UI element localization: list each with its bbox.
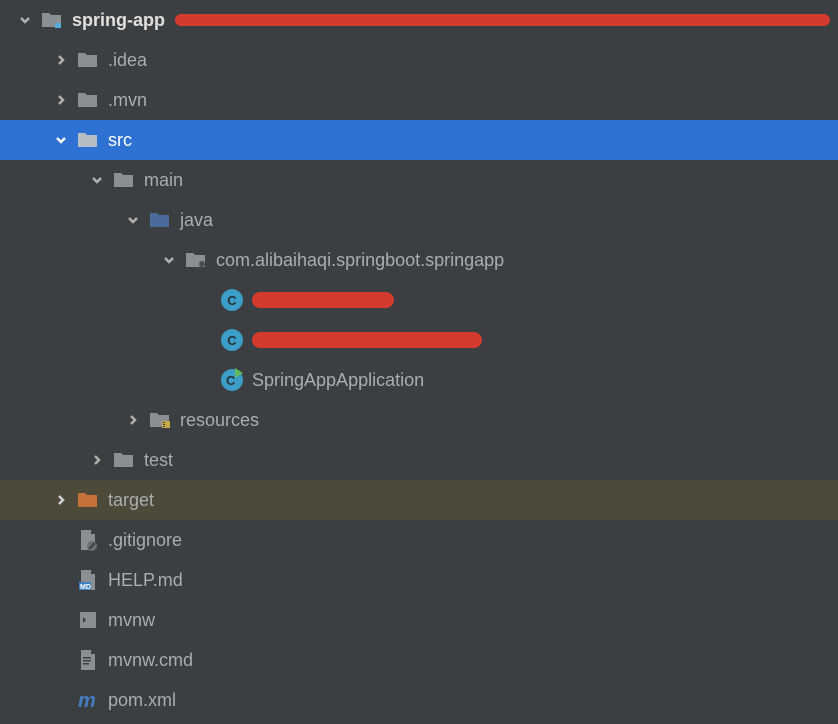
chevron-down-icon[interactable] [46, 134, 76, 146]
tree-node-springapp-application[interactable]: SpringAppApplication [0, 360, 838, 400]
node-label: pom.xml [108, 690, 176, 711]
node-label: HELP.md [108, 570, 183, 591]
chevron-down-icon[interactable] [10, 14, 40, 26]
node-label: .mvn [108, 90, 147, 111]
tree-node-idea[interactable]: .idea [0, 40, 838, 80]
redacted-label [252, 332, 482, 348]
class-icon [220, 288, 244, 312]
tree-node-target[interactable]: target [0, 480, 838, 520]
node-label: spring-app [72, 10, 165, 31]
maven-file-icon: m [76, 688, 100, 712]
chevron-right-icon[interactable] [46, 54, 76, 66]
chevron-down-icon[interactable] [82, 174, 112, 186]
folder-icon [76, 88, 100, 112]
redacted-label [252, 292, 394, 308]
chevron-right-icon[interactable] [46, 94, 76, 106]
tree-node-main[interactable]: main [0, 160, 838, 200]
package-icon [184, 248, 208, 272]
node-label: main [144, 170, 183, 191]
gitignore-file-icon [76, 528, 100, 552]
node-label: test [144, 450, 173, 471]
node-label: target [108, 490, 154, 511]
tree-node-mvnw[interactable]: mvnw [0, 600, 838, 640]
svg-text:MD: MD [80, 584, 91, 591]
chevron-down-icon[interactable] [154, 254, 184, 266]
tree-node-resources[interactable]: resources [0, 400, 838, 440]
folder-icon [112, 448, 136, 472]
class-icon [220, 328, 244, 352]
tree-node-root[interactable]: spring-app [0, 0, 838, 40]
node-label: .idea [108, 50, 147, 71]
node-label: java [180, 210, 213, 231]
tree-node-test[interactable]: test [0, 440, 838, 480]
chevron-right-icon[interactable] [82, 454, 112, 466]
chevron-down-icon[interactable] [118, 214, 148, 226]
runnable-class-icon [220, 368, 244, 392]
node-label: com.alibaihaqi.springboot.springapp [216, 250, 504, 271]
module-folder-icon [40, 8, 64, 32]
node-label: src [108, 130, 132, 151]
node-label: mvnw.cmd [108, 650, 193, 671]
tree-node-java[interactable]: java [0, 200, 838, 240]
tree-node-src[interactable]: src [0, 120, 838, 160]
tree-node-mvnw-cmd[interactable]: mvnw.cmd [0, 640, 838, 680]
svg-text:m: m [78, 690, 96, 711]
project-tree: spring-app .idea .mvn src main [0, 0, 838, 720]
node-label: mvnw [108, 610, 155, 631]
tree-node-help[interactable]: MD HELP.md [0, 560, 838, 600]
script-file-icon [76, 608, 100, 632]
tree-node-gitignore[interactable]: .gitignore [0, 520, 838, 560]
folder-icon [76, 48, 100, 72]
redacted-path [175, 14, 830, 26]
node-label: SpringAppApplication [252, 370, 424, 391]
folder-icon [76, 128, 100, 152]
folder-icon [112, 168, 136, 192]
tree-node-pom[interactable]: m pom.xml [0, 680, 838, 720]
chevron-right-icon[interactable] [46, 494, 76, 506]
resources-folder-icon [148, 408, 172, 432]
source-folder-icon [148, 208, 172, 232]
tree-node-package[interactable]: com.alibaihaqi.springboot.springapp [0, 240, 838, 280]
text-file-icon [76, 648, 100, 672]
node-label: resources [180, 410, 259, 431]
markdown-file-icon: MD [76, 568, 100, 592]
excluded-folder-icon [76, 488, 100, 512]
tree-node-class-redacted-2[interactable] [0, 320, 838, 360]
tree-node-mvn[interactable]: .mvn [0, 80, 838, 120]
chevron-right-icon[interactable] [118, 414, 148, 426]
tree-node-class-redacted-1[interactable] [0, 280, 838, 320]
node-label: .gitignore [108, 530, 182, 551]
